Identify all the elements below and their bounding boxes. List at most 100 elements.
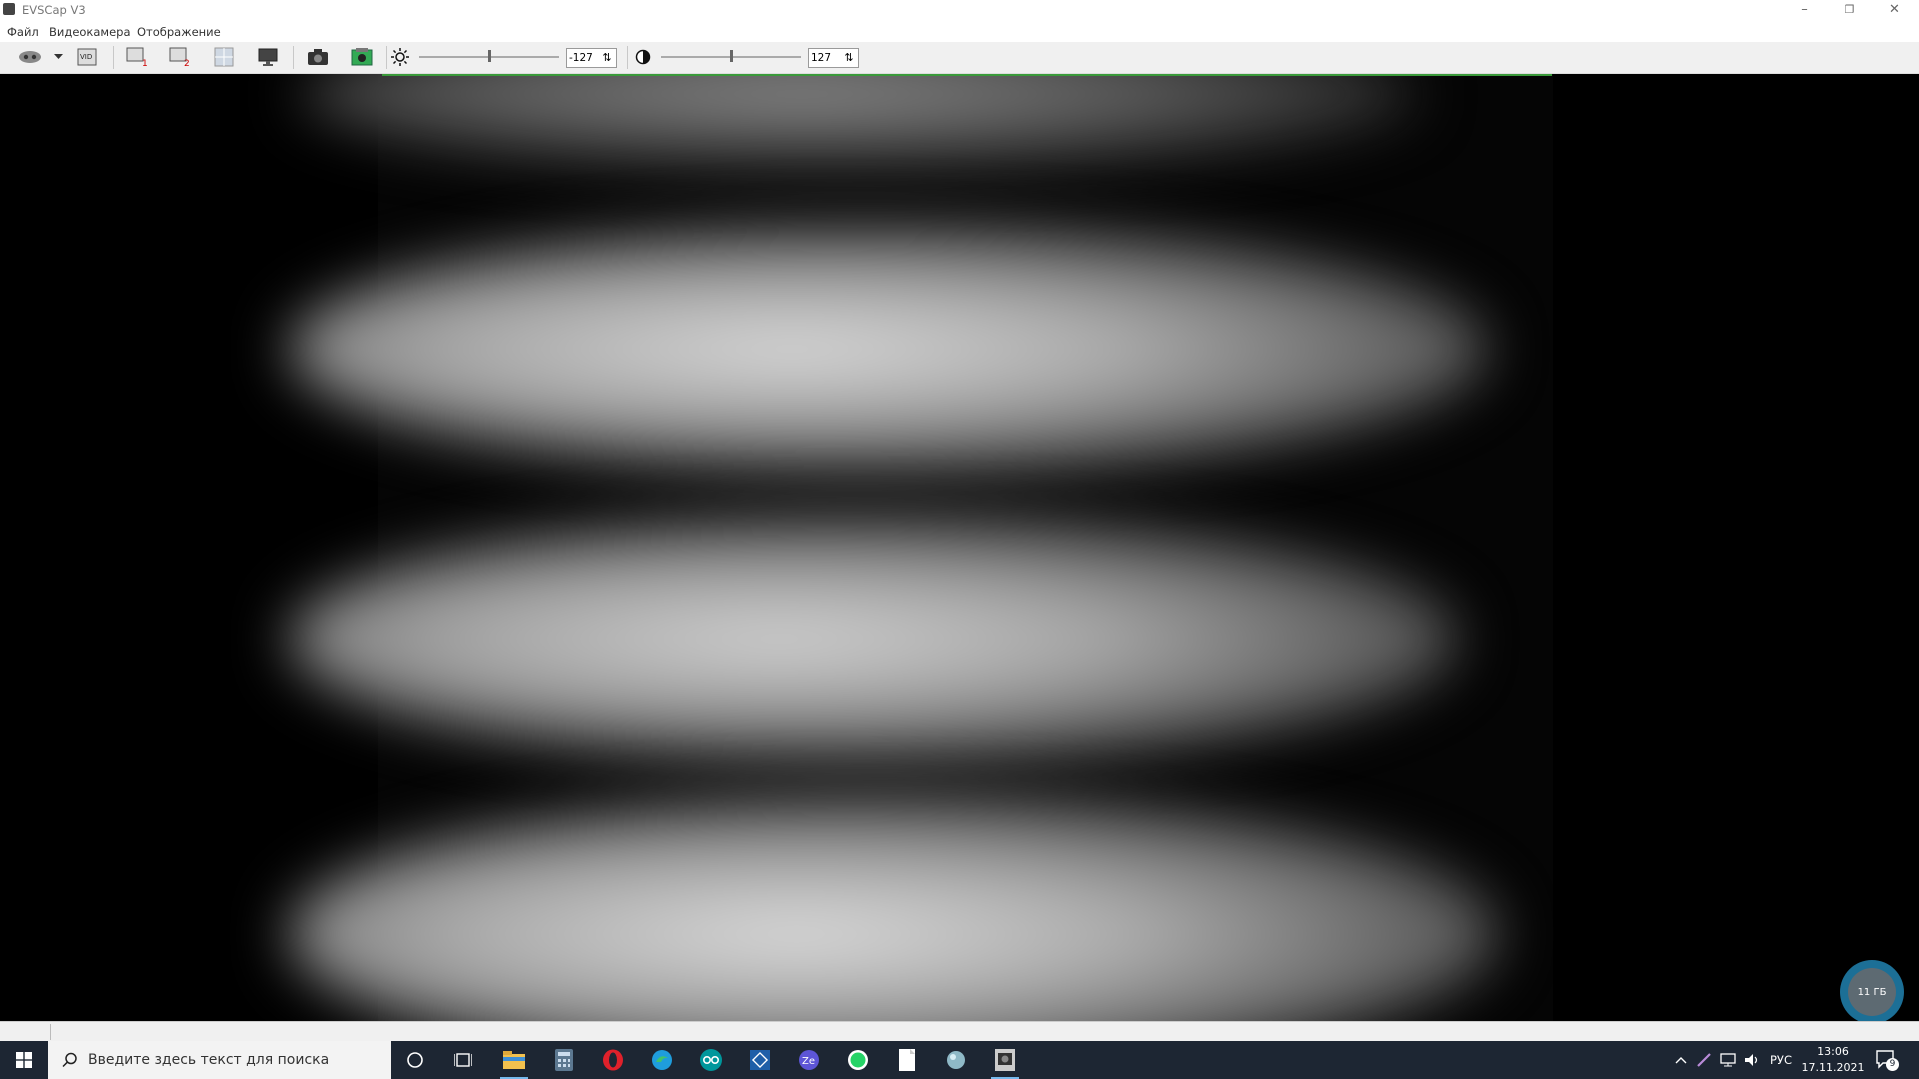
display-mode-button[interactable] — [257, 47, 279, 67]
evscap-icon — [995, 1049, 1015, 1071]
restore-button[interactable]: ❐ — [1827, 0, 1872, 21]
spin-arrows-icon[interactable]: ⇅ — [842, 50, 856, 66]
language-indicator[interactable]: РУС — [1766, 1041, 1796, 1079]
brightness-icon — [391, 48, 409, 66]
video-device-2-icon: 2 — [169, 47, 190, 67]
zello-button[interactable]: Ze — [789, 1045, 829, 1075]
evscap-taskbar-button[interactable] — [985, 1045, 1025, 1079]
contrast-value: 127 — [811, 52, 832, 64]
brightness-spinbox[interactable]: -127 ⇅ — [566, 48, 617, 68]
snapshot-button[interactable] — [307, 47, 329, 67]
video-device-1-button[interactable]: 1 — [126, 47, 148, 67]
task-view-icon — [454, 1053, 472, 1067]
tray-overflow-button[interactable] — [1672, 1041, 1690, 1079]
contrast-slider-thumb[interactable] — [730, 50, 733, 62]
contrast-spinbox[interactable]: 127 ⇅ — [808, 48, 859, 68]
grid-view-button[interactable] — [213, 47, 235, 67]
menu-file[interactable]: Файл — [7, 25, 39, 39]
svg-text:1: 1 — [142, 59, 148, 67]
cortana-icon — [407, 1052, 423, 1068]
toolbar-separator — [627, 46, 628, 69]
toolbar-separator — [293, 46, 294, 69]
svg-text:2: 2 — [184, 59, 190, 67]
brightness-slider[interactable] — [419, 42, 559, 73]
chevron-down-icon — [53, 54, 63, 59]
chevron-up-icon — [1675, 1057, 1687, 1064]
tray-network-button[interactable] — [1717, 1041, 1739, 1079]
tray-volume-button[interactable] — [1742, 1041, 1762, 1079]
video-settings-icon: VID — [77, 48, 97, 66]
toolbar-separator — [386, 46, 387, 69]
search-icon — [62, 1052, 77, 1068]
pen-icon — [1697, 1053, 1711, 1067]
toolbar: VID 1 2 -127 ⇅ 127 ⇅ — [0, 42, 1919, 74]
frame-top-indicator — [382, 74, 1552, 76]
calculator-icon — [555, 1049, 573, 1071]
start-button[interactable] — [0, 1041, 48, 1079]
notepad-button[interactable] — [887, 1045, 927, 1075]
network-icon — [1720, 1053, 1736, 1067]
save-image-button[interactable] — [351, 47, 373, 67]
cortana-button[interactable] — [395, 1045, 435, 1075]
brightness-slider-thumb[interactable] — [488, 50, 491, 62]
chip-icon — [750, 1050, 770, 1070]
action-center-button[interactable]: 9 — [1875, 1049, 1899, 1071]
monitor-icon — [258, 48, 278, 66]
video-settings-button[interactable]: VID — [76, 47, 98, 67]
svg-text:VID: VID — [80, 53, 92, 61]
storage-badge-label: 11 ГБ — [1848, 968, 1896, 1016]
camera-frame — [288, 74, 1553, 1021]
webcam-source-button[interactable] — [17, 47, 43, 67]
edge-button[interactable] — [642, 1045, 682, 1075]
webcam-icon — [19, 51, 41, 63]
calculator-button[interactable] — [544, 1045, 584, 1075]
menu-bar: Файл Видеокамера Отображение — [0, 21, 1919, 42]
contrast-icon — [635, 49, 651, 65]
save-image-icon — [351, 48, 373, 66]
edge-icon — [652, 1050, 672, 1070]
whatsapp-icon — [848, 1050, 868, 1070]
zello-icon: Ze — [799, 1050, 819, 1070]
cpu-z-button[interactable] — [740, 1045, 780, 1075]
opera-button[interactable] — [593, 1045, 633, 1075]
file-explorer-button[interactable] — [494, 1045, 534, 1079]
orb-icon — [947, 1051, 965, 1069]
opera-icon — [603, 1049, 623, 1071]
light-band — [288, 224, 1488, 474]
volume-icon — [1745, 1054, 1758, 1066]
taskbar-search[interactable]: Введите здесь текст для поиска — [48, 1041, 391, 1079]
spin-arrows-icon[interactable]: ⇅ — [600, 50, 614, 66]
clock-date: 17.11.2021 — [1801, 1061, 1865, 1074]
source-dropdown-button[interactable] — [52, 47, 64, 67]
menu-camera[interactable]: Видеокамера — [49, 25, 131, 39]
app-orb-button[interactable] — [936, 1045, 976, 1075]
storage-badge[interactable]: 11 ГБ — [1840, 960, 1904, 1024]
taskbar-clock[interactable]: 13:06 17.11.2021 — [1798, 1044, 1868, 1076]
title-bar: EVSCap V3 – ❐ ✕ — [0, 0, 1919, 21]
task-view-button[interactable] — [443, 1045, 483, 1075]
status-pane — [0, 1024, 51, 1040]
windows-logo-icon — [16, 1052, 32, 1068]
minimize-button[interactable]: – — [1782, 0, 1827, 21]
arduino-icon — [700, 1049, 722, 1071]
svg-text:Ze: Ze — [802, 1056, 815, 1067]
clock-time: 13:06 — [1817, 1045, 1849, 1058]
close-button[interactable]: ✕ — [1872, 0, 1917, 21]
arduino-button[interactable] — [691, 1045, 731, 1075]
status-bar — [0, 1021, 1919, 1042]
light-band — [288, 794, 1498, 1021]
tray-pen-button[interactable] — [1694, 1041, 1714, 1079]
document-icon — [899, 1049, 915, 1071]
notification-count: 9 — [1886, 1058, 1899, 1071]
light-band — [288, 514, 1458, 764]
video-device-1-icon: 1 — [126, 47, 148, 67]
brightness-icon-wrap — [390, 47, 410, 67]
window-title: EVSCap V3 — [22, 3, 86, 17]
whatsapp-button[interactable] — [838, 1045, 878, 1075]
video-device-2-button[interactable]: 2 — [169, 47, 191, 67]
contrast-slider[interactable] — [661, 42, 801, 73]
light-band — [298, 74, 1418, 169]
video-preview — [0, 74, 1919, 1021]
menu-display[interactable]: Отображение — [137, 25, 221, 39]
taskbar: Введите здесь текст для поиска Ze РУС 13… — [0, 1041, 1919, 1079]
